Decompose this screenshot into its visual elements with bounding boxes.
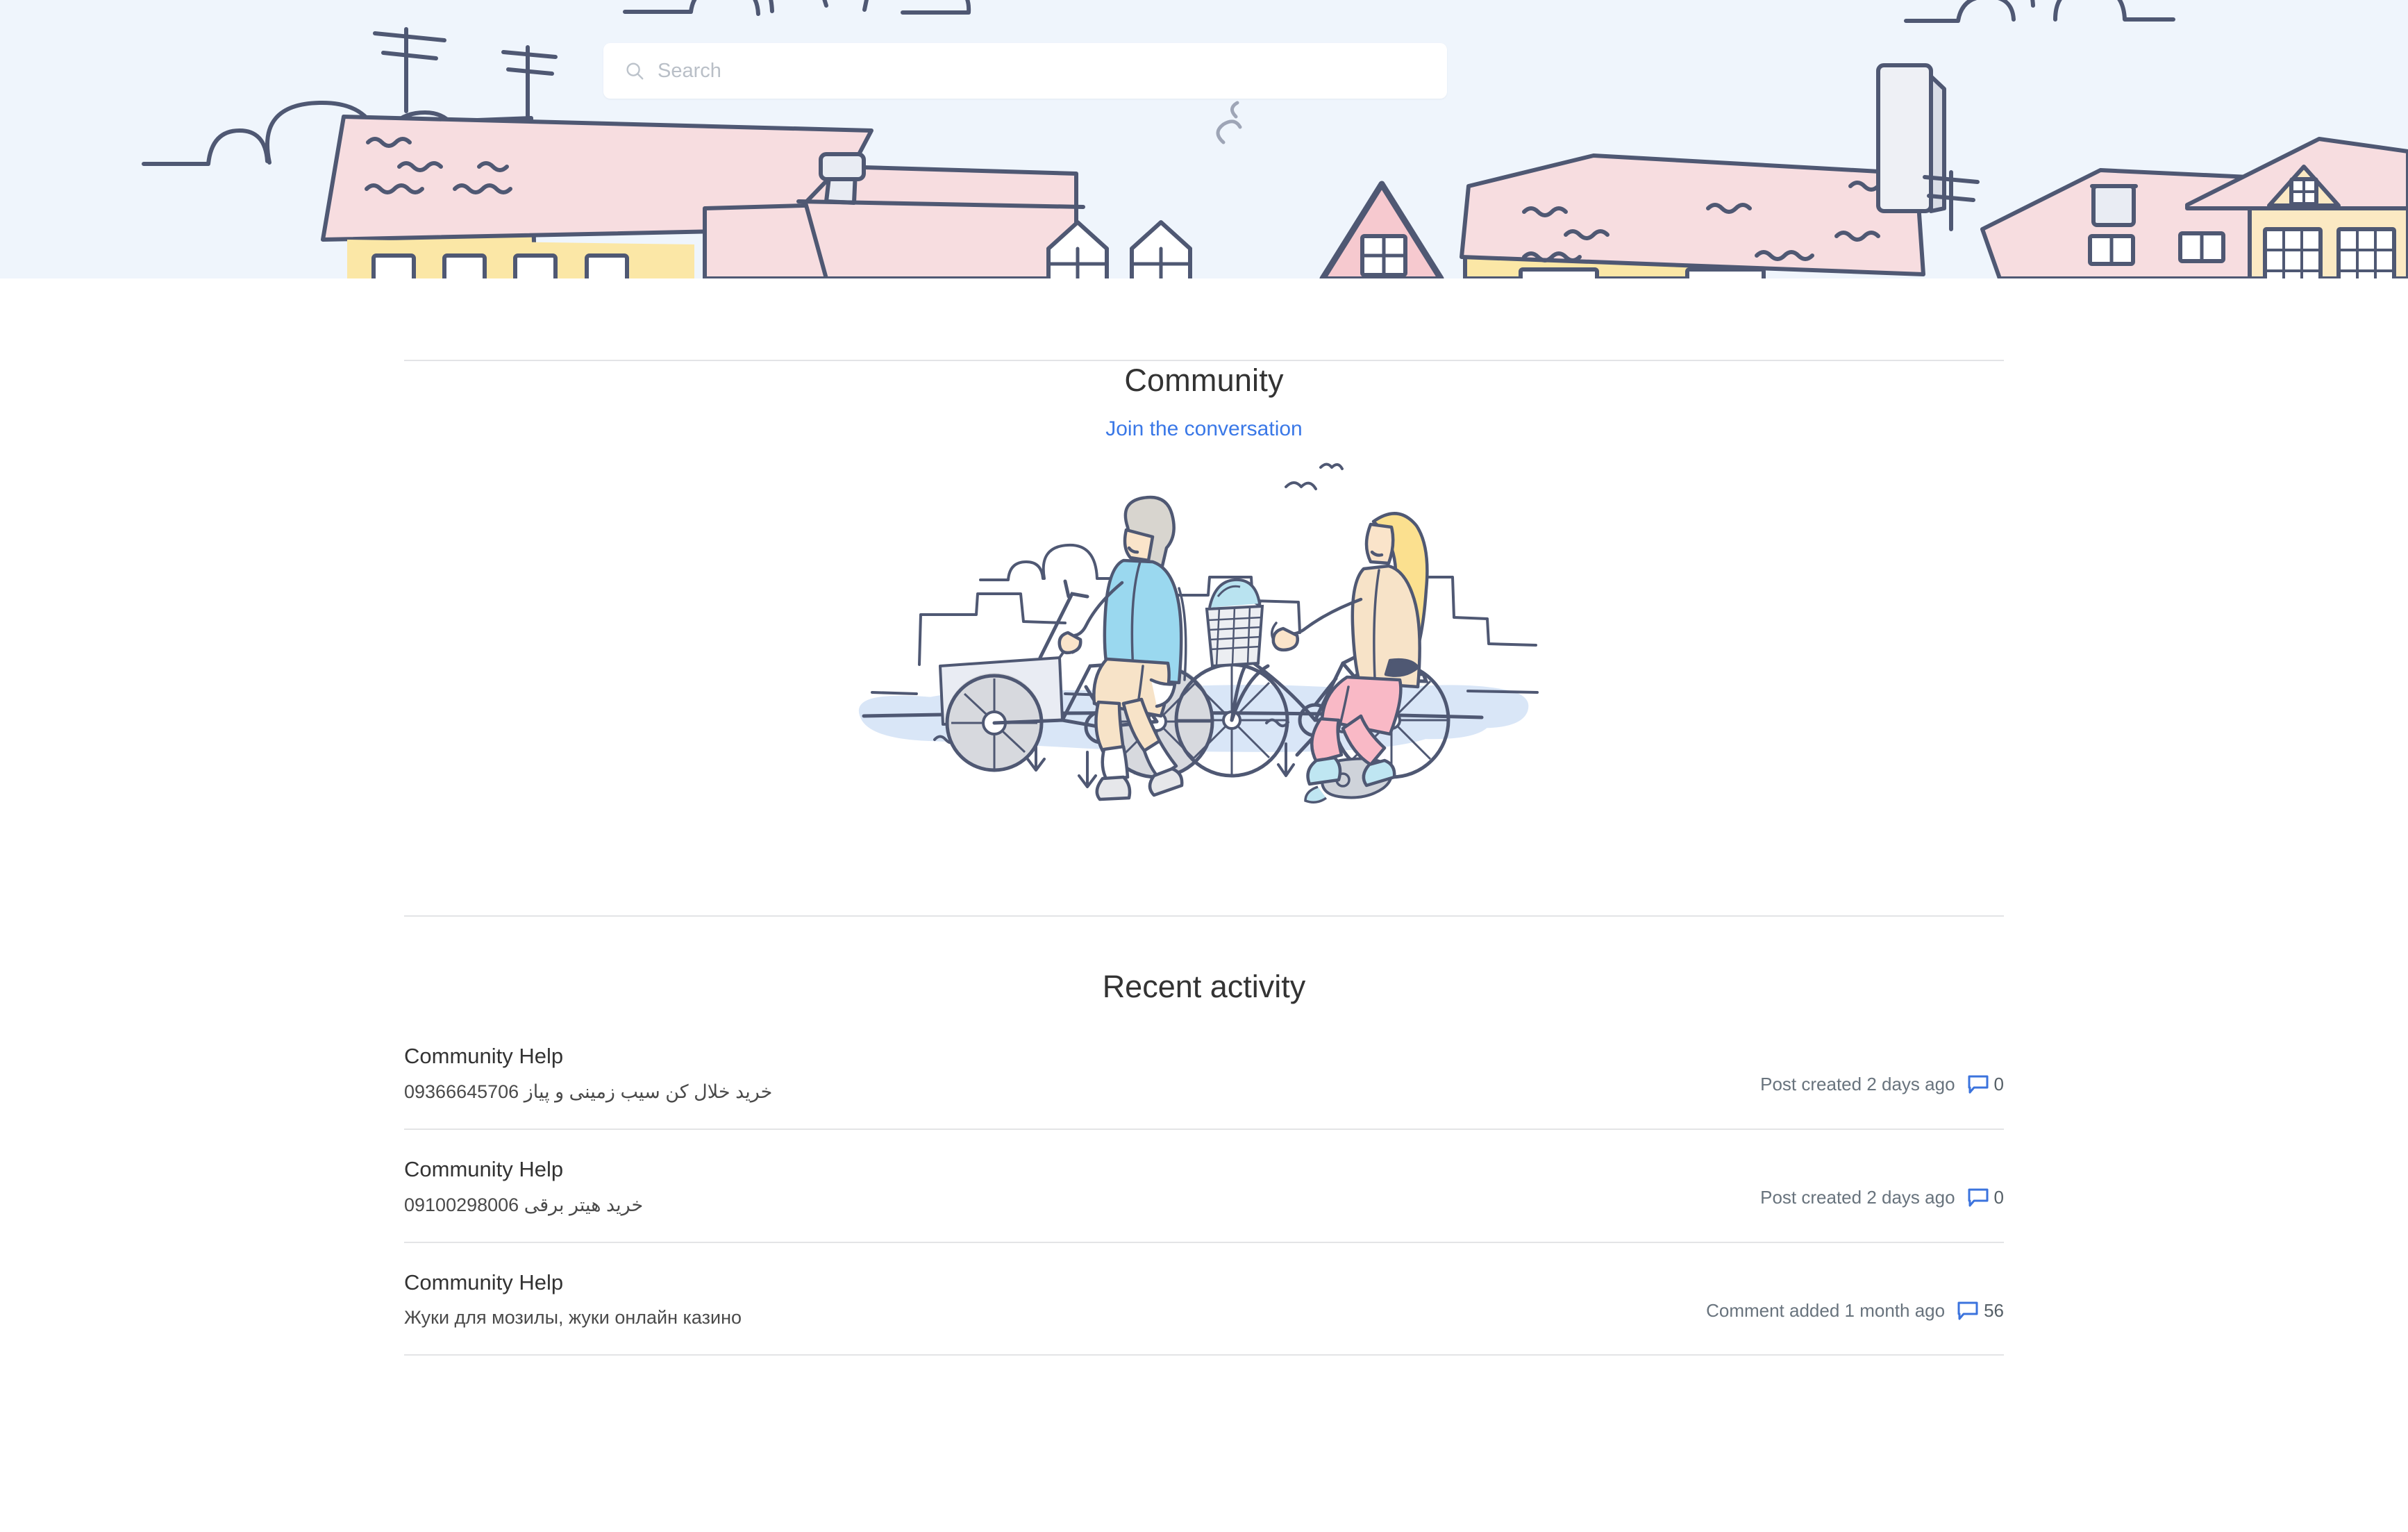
activity-source[interactable]: Community Help (404, 1155, 643, 1184)
cyclists-illustration (858, 463, 1539, 804)
activity-title[interactable]: خرید هیتر برقی 09100298006 (404, 1192, 643, 1219)
activity-content: Community Help خرید هیتر برقی 0910029800… (404, 1155, 643, 1219)
activity-timestamp: Post created 2 days ago (1760, 1074, 1955, 1095)
join-conversation-link[interactable]: Join the conversation (1105, 417, 1303, 441)
search-input[interactable] (658, 59, 1352, 83)
comment-group: 0 (1968, 1187, 2004, 1208)
activity-timestamp: Comment added 1 month ago (1706, 1299, 1946, 1321)
cyclists-illustration-wrap (404, 458, 2004, 819)
comment-count: 0 (1993, 1074, 2004, 1095)
activity-meta-group: Post created 2 days ago 0 (1760, 1155, 2004, 1208)
activity-row[interactable]: Community Help خرید هیتر برقی 0910029800… (404, 1130, 2004, 1243)
search-box[interactable] (603, 43, 1447, 99)
activity-title[interactable]: خرید خلال کن سیب زمینی و پیاز 0936664570… (404, 1079, 772, 1106)
search-icon (626, 63, 644, 80)
community-title: Community (1124, 363, 1284, 398)
comment-bubble-icon (1968, 1188, 1989, 1207)
activity-content: Community Help Жуки для мозилы, жуки онл… (404, 1268, 742, 1332)
comment-group: 0 (1968, 1074, 2004, 1095)
activity-meta-group: Post created 2 days ago 0 (1760, 1042, 2004, 1095)
activity-row[interactable]: Community Help Жуки для мозилы, жуки онл… (404, 1243, 2004, 1356)
comment-count: 56 (1984, 1299, 2004, 1321)
activity-timestamp: Post created 2 days ago (1760, 1186, 1955, 1208)
comment-group: 56 (1957, 1300, 2004, 1322)
activity-source[interactable]: Community Help (404, 1268, 742, 1297)
page-body: Community Join the conversation Recent a… (0, 278, 2408, 1356)
hero-banner (0, 0, 2408, 278)
activity-meta-group: Comment added 1 month ago 56 (1706, 1268, 2004, 1322)
comment-count: 0 (1993, 1186, 2004, 1208)
activity-list: Community Help خرید خلال کن سیب زمینی و … (404, 1040, 2004, 1356)
activity-content: Community Help خرید خلال کن سیب زمینی و … (404, 1042, 772, 1106)
recent-activity-title: Recent activity (1102, 969, 1306, 1005)
activity-source[interactable]: Community Help (404, 1042, 772, 1071)
content-container: Community Join the conversation Recent a… (404, 278, 2004, 1356)
activity-title[interactable]: Жуки для мозилы, жуки онлайн казино (404, 1305, 742, 1331)
comment-bubble-icon (1957, 1301, 1978, 1320)
community-section: Community Join the conversation (404, 361, 2004, 819)
comment-bubble-icon (1968, 1075, 1989, 1094)
search-bar[interactable] (603, 43, 1447, 99)
recent-activity-section: Recent activity Community Help خرید خلال… (404, 917, 2004, 1356)
activity-row[interactable]: Community Help خرید خلال کن سیب زمینی و … (404, 1040, 2004, 1130)
town-illustration (142, 0, 2408, 278)
content-blocks: Community Join the conversation Recent a… (404, 278, 2004, 1356)
